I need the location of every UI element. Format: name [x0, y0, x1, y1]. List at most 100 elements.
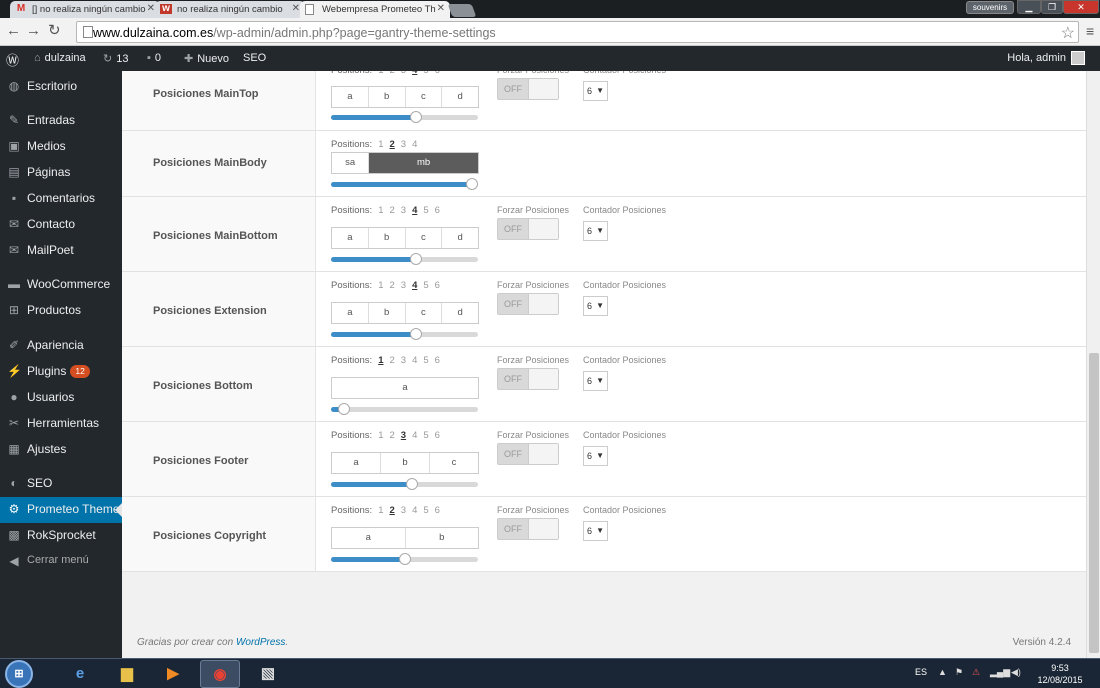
close-icon[interactable]: ✕ — [437, 3, 445, 14]
contador-select[interactable]: 6 ▼ — [583, 446, 608, 466]
position-count-option[interactable]: 6 — [435, 205, 440, 216]
close-icon[interactable]: ✕ — [292, 3, 300, 14]
avatar[interactable] — [1071, 51, 1085, 65]
forzar-toggle[interactable]: OFF — [497, 518, 559, 540]
toggle-thumb[interactable] — [528, 79, 558, 99]
toggle-thumb[interactable] — [528, 219, 558, 239]
forward-arrow-icon[interactable]: → — [26, 23, 41, 39]
position-count-option[interactable]: 5 — [423, 280, 428, 291]
flag-icon[interactable]: ⚑ — [955, 667, 963, 678]
address-bar[interactable]: www.dulzaina.com.es/wp-admin/admin.php?p… — [76, 21, 1079, 43]
new-tab-button[interactable] — [447, 4, 477, 17]
contador-select[interactable]: 6 ▼ — [583, 221, 608, 241]
sidebar-item[interactable]: ✎ Entradas — [0, 108, 122, 134]
back-arrow-icon[interactable]: ← — [6, 23, 21, 39]
position-cell[interactable]: sa — [332, 153, 368, 173]
position-count-option[interactable]: 3 — [401, 205, 406, 216]
sidebar-item[interactable]: ◍ Escritorio — [0, 74, 122, 100]
position-count-option[interactable]: 2 — [389, 280, 394, 291]
contador-select[interactable]: 6 ▼ — [583, 371, 608, 391]
position-cell[interactable]: c — [429, 453, 478, 473]
position-count-option[interactable]: 1 — [378, 505, 383, 516]
position-count-option[interactable]: 3 — [401, 355, 406, 366]
chrome-icon[interactable]: ◉ — [200, 660, 240, 688]
folder-icon[interactable]: ▆ — [107, 660, 147, 688]
window-close-button[interactable]: ✕ — [1063, 0, 1099, 14]
contador-select[interactable]: 6 ▼ — [583, 296, 608, 316]
bookmark-star-icon[interactable]: ☆ — [1061, 23, 1075, 43]
vertical-scrollbar[interactable] — [1086, 71, 1100, 658]
position-cell[interactable]: a — [332, 303, 368, 323]
forzar-toggle[interactable]: OFF — [497, 368, 559, 390]
slider-handle[interactable] — [410, 253, 423, 265]
position-count-option[interactable]: 4 — [412, 505, 417, 516]
position-count-option[interactable]: 2 — [389, 139, 394, 150]
position-count-option[interactable]: 6 — [435, 355, 440, 366]
forzar-toggle[interactable]: OFF — [497, 293, 559, 315]
greeting-link[interactable]: Hola, admin — [1007, 52, 1066, 64]
position-count-option[interactable]: 3 — [401, 430, 406, 441]
sidebar-item[interactable]: ⚡ Plugins 12 — [0, 359, 122, 385]
position-count-option[interactable]: 2 — [389, 355, 394, 366]
paint-icon[interactable]: ▧ — [248, 660, 288, 688]
position-count-option[interactable]: 4 — [412, 430, 417, 441]
position-cell[interactable]: mb — [368, 153, 478, 173]
slider-handle[interactable] — [410, 111, 423, 123]
position-count-option[interactable]: 1 — [378, 355, 383, 366]
layout-slider[interactable] — [331, 403, 478, 415]
sidebar-item[interactable]: ▬ WooCommerce — [0, 272, 122, 298]
layout-slider[interactable] — [331, 111, 478, 123]
sidebar-item[interactable]: ◐ SEO — [0, 471, 122, 497]
layout-slider[interactable] — [331, 253, 478, 265]
position-count-option[interactable]: 1 — [378, 139, 383, 150]
sidebar-item[interactable]: ◀ Cerrar menú — [0, 549, 122, 575]
position-count-option[interactable]: 3 — [401, 139, 406, 150]
position-cell[interactable]: b — [367, 228, 405, 248]
position-cell[interactable]: b — [367, 87, 405, 107]
position-count-option[interactable]: 4 — [412, 205, 417, 216]
new-content-link[interactable]: ✚ Nuevo — [184, 52, 229, 65]
position-cell[interactable]: a — [332, 453, 380, 473]
browser-tab[interactable]: M [] no realiza ningún cambio ✕ — [10, 1, 160, 18]
position-count-option[interactable]: 3 — [401, 71, 406, 76]
site-name-link[interactable]: ⌂ dulzaina — [34, 52, 86, 64]
position-cell[interactable]: d — [441, 228, 478, 248]
position-cell[interactable]: a — [332, 87, 368, 107]
position-count-option[interactable]: 3 — [401, 280, 406, 291]
position-cell[interactable]: c — [404, 228, 442, 248]
network-icon[interactable]: ▂▄▆ — [990, 667, 1010, 678]
position-count-option[interactable]: 6 — [435, 280, 440, 291]
position-count-option[interactable]: 5 — [423, 505, 428, 516]
position-cell[interactable]: b — [380, 453, 429, 473]
slider-handle[interactable] — [398, 553, 411, 565]
layout-slider[interactable] — [331, 553, 478, 565]
reload-icon[interactable]: ↻ — [48, 23, 61, 39]
toggle-thumb[interactable] — [528, 369, 558, 389]
position-count-option[interactable]: 2 — [389, 505, 394, 516]
maximize-button[interactable]: ❐ — [1041, 0, 1063, 14]
position-count-option[interactable]: 1 — [378, 71, 383, 76]
power-icon[interactable]: ⚠ — [972, 667, 980, 678]
tray-arrow-icon[interactable]: ▲ — [938, 667, 947, 677]
layout-slider[interactable] — [331, 178, 479, 190]
media-player-icon[interactable]: ▶ — [153, 660, 193, 688]
seo-link[interactable]: SEO — [243, 52, 266, 64]
position-cell[interactable]: d — [441, 303, 478, 323]
language-indicator[interactable]: ES — [915, 667, 927, 677]
sidebar-item[interactable]: ⚙ Prometeo Theme — [0, 497, 122, 523]
position-count-option[interactable]: 6 — [435, 505, 440, 516]
position-count-option[interactable]: 2 — [389, 71, 394, 76]
sidebar-item[interactable]: ▪ Comentarios — [0, 186, 122, 212]
toggle-thumb[interactable] — [528, 294, 558, 314]
layout-slider[interactable] — [331, 328, 478, 340]
browser-tab-active[interactable]: Webempresa Prometeo Th ✕ — [300, 1, 450, 18]
position-count-option[interactable]: 4 — [412, 139, 417, 150]
position-cell[interactable]: c — [404, 303, 442, 323]
comments-link[interactable]: ▪ 0 — [147, 52, 161, 64]
slider-handle[interactable] — [338, 403, 351, 415]
sidebar-item[interactable]: ▦ Ajustes — [0, 437, 122, 463]
forzar-toggle[interactable]: OFF — [497, 78, 559, 100]
minimize-button[interactable]: ▁ — [1017, 0, 1041, 14]
sidebar-item[interactable]: ▩ RokSprocket — [0, 523, 122, 549]
forzar-toggle[interactable]: OFF — [497, 443, 559, 465]
